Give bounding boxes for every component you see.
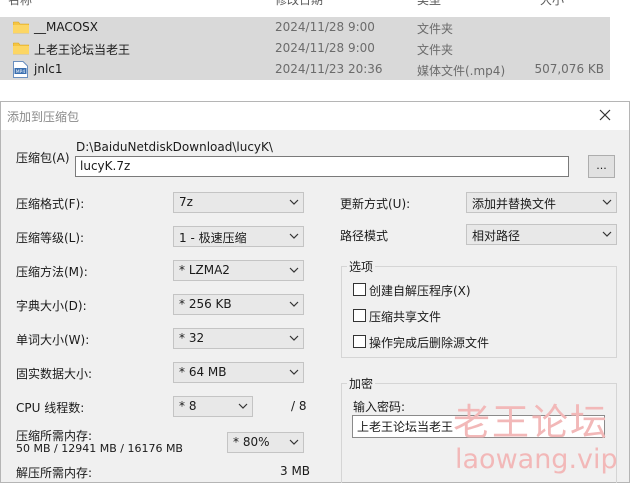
solid-value: * 64 MB	[179, 365, 227, 379]
level-label: 压缩等级(L):	[16, 231, 85, 245]
path-mode-value: 相对路径	[472, 229, 521, 243]
chevron-down-icon	[289, 439, 299, 445]
column-header-size[interactable]: 大小	[540, 0, 564, 8]
sfx-label[interactable]: 创建自解压程序(X)	[369, 282, 471, 299]
archive-label: 压缩包(A)	[16, 151, 70, 165]
mem-percent-value: * 80%	[233, 435, 270, 449]
method-label: 压缩方法(M):	[16, 265, 88, 279]
dialog-titlebar: 添加到压缩包	[1, 102, 629, 130]
watermark-url: laowang.vip	[455, 444, 618, 475]
chevron-down-icon	[602, 199, 612, 205]
encryption-title: 加密	[347, 375, 376, 392]
dialog-title: 添加到压缩包	[7, 110, 80, 124]
solid-label: 固实数据大小:	[16, 367, 93, 381]
shared-label[interactable]: 压缩共享文件	[369, 308, 441, 325]
file-name: jnlc1	[34, 62, 63, 76]
file-type: 媒体文件(.mp4)	[417, 64, 506, 78]
watermark-text: 老王论坛	[453, 401, 609, 444]
column-header-type[interactable]: 类型	[417, 0, 441, 8]
word-select[interactable]: * 32	[173, 328, 304, 349]
file-size: 507,076 KB	[534, 62, 604, 76]
threads-select[interactable]: * 8	[173, 396, 253, 417]
level-select[interactable]: 1 - 极速压缩	[173, 226, 304, 247]
archive-name-value: lucyK.7z	[80, 159, 131, 173]
folder-icon	[13, 42, 29, 55]
file-date: 2024/11/23 20:36	[275, 62, 383, 76]
file-explorer-list: 名称 修改日期 类型 大小 __MACOSX 2024/11/28 9:00 文…	[0, 0, 638, 100]
password-value: 上老王论坛当老王	[357, 420, 454, 434]
mem-compress-value: 50 MB / 12941 MB / 16176 MB	[16, 442, 183, 455]
dict-value: * 256 KB	[179, 297, 232, 311]
word-label: 单词大小(W):	[16, 333, 90, 347]
column-header-name[interactable]: 名称	[8, 0, 32, 8]
solid-select[interactable]: * 64 MB	[173, 362, 304, 383]
level-value: 1 - 极速压缩	[179, 231, 247, 245]
archive-name-input[interactable]: lucyK.7z	[75, 156, 569, 177]
options-title: 选项	[347, 258, 376, 275]
file-type: 文件夹	[417, 43, 454, 57]
dict-select[interactable]: * 256 KB	[173, 294, 304, 315]
password-label: 输入密码:	[353, 400, 406, 414]
browse-button[interactable]: ...	[588, 155, 615, 178]
method-value: * LZMA2	[179, 263, 230, 277]
format-label: 压缩格式(F):	[16, 197, 85, 211]
svg-text:MP4: MP4	[16, 69, 26, 75]
delete-source-label[interactable]: 操作完成后删除源文件	[369, 334, 489, 351]
shared-checkbox[interactable]	[353, 309, 366, 322]
delete-source-checkbox[interactable]	[353, 335, 366, 348]
file-date: 2024/11/28 9:00	[275, 20, 375, 34]
chevron-down-icon	[289, 369, 299, 375]
update-label: 更新方式(U):	[340, 197, 411, 211]
mem-decompress-value: 3 MB	[280, 464, 311, 478]
chevron-down-icon	[289, 301, 299, 307]
chevron-down-icon	[289, 267, 299, 273]
file-name: 上老王论坛当老王	[34, 43, 131, 57]
close-icon[interactable]	[595, 105, 615, 125]
column-header-date[interactable]: 修改日期	[275, 0, 323, 8]
update-value: 添加并替换文件	[472, 197, 557, 211]
chevron-down-icon	[289, 199, 299, 205]
file-row[interactable]: 上老王论坛当老王 2024/11/28 9:00 文件夹	[0, 38, 610, 59]
chevron-down-icon	[238, 403, 248, 409]
media-file-icon: MP4	[13, 61, 28, 78]
format-value: 7z	[179, 195, 193, 209]
folder-icon	[13, 21, 29, 34]
file-type: 文件夹	[417, 22, 454, 36]
update-select[interactable]: 添加并替换文件	[466, 192, 617, 213]
sfx-checkbox[interactable]	[353, 283, 366, 296]
word-value: * 32	[179, 331, 205, 345]
chevron-down-icon	[602, 231, 612, 237]
file-date: 2024/11/28 9:00	[275, 41, 375, 55]
archive-path: D:\BaiduNetdiskDownload\lucyK\	[76, 140, 273, 154]
threads-label: CPU 线程数:	[16, 401, 85, 415]
path-mode-label: 路径模式	[340, 229, 389, 243]
file-name: __MACOSX	[34, 20, 99, 34]
chevron-down-icon	[289, 335, 299, 341]
column-headers: 名称 修改日期 类型 大小	[0, 0, 638, 8]
method-select[interactable]: * LZMA2	[173, 260, 304, 281]
dict-label: 字典大小(D):	[16, 299, 87, 313]
mem-percent-select[interactable]: * 80%	[227, 432, 304, 453]
file-row[interactable]: MP4 jnlc1 2024/11/23 20:36 媒体文件(.mp4) 50…	[0, 59, 610, 80]
format-select[interactable]: 7z	[173, 192, 304, 213]
mem-decompress-label: 解压所需内存:	[16, 466, 93, 480]
file-row[interactable]: __MACOSX 2024/11/28 9:00 文件夹	[0, 17, 610, 38]
threads-value: * 8	[179, 399, 197, 413]
path-mode-select[interactable]: 相对路径	[466, 224, 617, 245]
chevron-down-icon	[289, 233, 299, 239]
threads-max: / 8	[291, 399, 307, 413]
